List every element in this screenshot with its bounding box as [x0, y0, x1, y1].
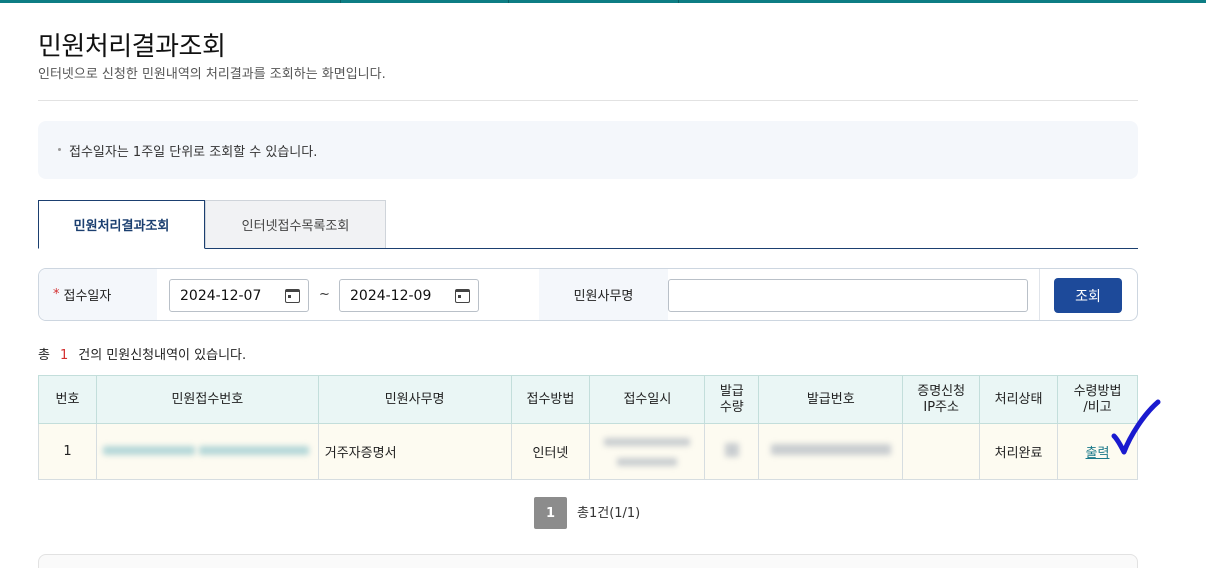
- service-name-input[interactable]: [668, 279, 1028, 312]
- print-link[interactable]: 출력: [1086, 446, 1110, 461]
- top-accent-bar: [0, 0, 1206, 3]
- tab-bar: 민원처리결과조회 인터넷접수목록조회: [38, 200, 1138, 249]
- page-title: 민원처리결과조회: [38, 32, 226, 62]
- bullet-icon: [58, 148, 61, 151]
- result-count-prefix: 총: [38, 348, 50, 363]
- column-header: 발급 수량: [704, 375, 760, 424]
- search-button[interactable]: 조회: [1054, 278, 1122, 313]
- pagination-summary: 총1건(1/1): [577, 506, 641, 521]
- notice-text: 접수일자는 1주일 단위로 조회할 수 있습니다.: [69, 145, 318, 160]
- search-divider: [1039, 269, 1040, 320]
- column-header: 발급번호: [758, 375, 904, 424]
- redacted-block: [617, 457, 678, 466]
- cell-no: 1: [38, 423, 97, 480]
- page-button-current[interactable]: 1: [534, 497, 567, 529]
- cell-service-name: 거주자증명서: [317, 423, 512, 480]
- cell-received-at-redacted: [589, 423, 706, 480]
- date-label-cell: * 접수일자: [39, 269, 157, 320]
- top-bar-divider: [508, 0, 509, 3]
- page-subtitle: 인터넷으로 신청한 민원내역의 처리결과를 조회하는 화면입니다.: [38, 67, 386, 82]
- service-name-label: 민원사무명: [539, 269, 668, 320]
- results-table: 번호 민원접수번호 민원사무명 접수방법 접수일시 발급 수량 발급번호 증명신…: [38, 375, 1138, 480]
- result-count-suffix: 건의 민원신청내역이 있습니다.: [78, 348, 247, 363]
- date-from-input[interactable]: 2024-12-07: [169, 279, 309, 312]
- tab-internet-receipt-list[interactable]: 인터넷접수목록조회: [205, 200, 386, 248]
- required-mark: *: [53, 287, 60, 302]
- cell-issue-qty-redacted: [704, 423, 760, 480]
- result-count: 총 1 건의 민원신청내역이 있습니다.: [38, 344, 246, 363]
- column-header: 처리상태: [979, 375, 1059, 424]
- redacted-block: [604, 437, 691, 446]
- calendar-icon[interactable]: [285, 289, 300, 303]
- result-count-number: 1: [59, 348, 69, 363]
- top-bar-divider: [678, 0, 679, 3]
- checkmark-icon: [1111, 399, 1161, 455]
- redacted-block: [198, 446, 309, 455]
- bottom-info-box: [38, 554, 1138, 568]
- cell-receipt-no-redacted: [95, 423, 319, 480]
- date-to-input[interactable]: 2024-12-09: [339, 279, 479, 312]
- tab-result-inquiry[interactable]: 민원처리결과조회: [38, 200, 205, 249]
- search-form: * 접수일자 2024-12-07 ~ 2024-12-09 민원사무명 조회: [38, 268, 1138, 321]
- column-header: 증명신청 IP주소: [902, 375, 981, 424]
- range-separator: ~: [319, 287, 330, 302]
- column-header: 접수방법: [510, 375, 591, 424]
- cell-method: 인터넷: [510, 423, 591, 480]
- cell-issue-no-redacted: [758, 423, 904, 480]
- column-header: 민원사무명: [317, 375, 512, 424]
- table-header-row: 번호 민원접수번호 민원사무명 접수방법 접수일시 발급 수량 발급번호 증명신…: [38, 375, 1138, 424]
- notice-box: 접수일자는 1주일 단위로 조회할 수 있습니다.: [38, 121, 1138, 179]
- title-divider: [38, 100, 1138, 101]
- table-row: 1 거주자증명서 인터넷 처리완료 출력: [38, 423, 1138, 480]
- top-bar-divider: [340, 0, 341, 3]
- column-header: 번호: [38, 375, 97, 424]
- column-header: 접수일시: [589, 375, 706, 424]
- column-header: 민원접수번호: [95, 375, 319, 424]
- calendar-icon[interactable]: [455, 289, 470, 303]
- date-label: 접수일자: [63, 289, 112, 304]
- redacted-block: [102, 446, 195, 455]
- date-to-value: 2024-12-09: [350, 287, 432, 304]
- redacted-block: [770, 444, 891, 455]
- cell-ip-address: [902, 423, 981, 480]
- date-from-value: 2024-12-07: [180, 287, 262, 304]
- redacted-block: [724, 442, 739, 457]
- cell-status: 처리완료: [979, 423, 1059, 480]
